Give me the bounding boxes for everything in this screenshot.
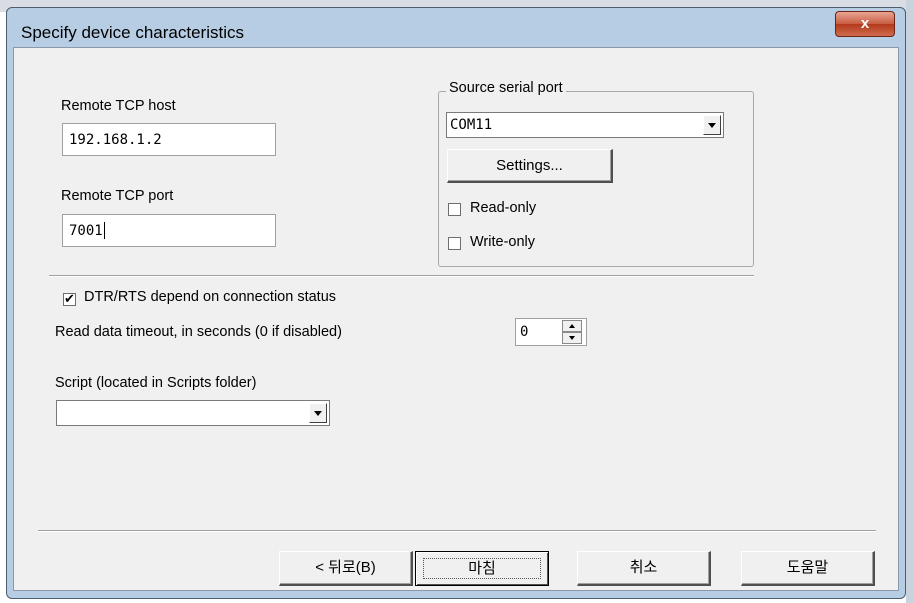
text-caret — [103, 222, 105, 239]
spin-down-button[interactable] — [562, 332, 582, 344]
readonly-checkbox[interactable] — [448, 203, 461, 216]
dialog-client-area: Remote TCP host 192.168.1.2 Remote TCP p… — [13, 47, 899, 591]
settings-button[interactable]: Settings... — [447, 149, 613, 183]
dropdown-arrow-button[interactable] — [309, 403, 327, 423]
help-button[interactable]: 도움말 — [741, 551, 875, 586]
window-title: Specify device characteristics — [21, 23, 244, 42]
writeonly-checkbox[interactable] — [448, 237, 461, 250]
arrow-down-icon — [569, 336, 575, 340]
dtr-rts-label: DTR/RTS depend on connection status — [84, 289, 337, 305]
chevron-down-icon — [708, 123, 716, 128]
finish-button[interactable]: 마침 — [415, 551, 549, 586]
section-separator-highlight — [49, 276, 754, 277]
remote-port-input[interactable]: 7001 — [62, 214, 276, 247]
help-button-label: 도움말 — [786, 559, 829, 576]
back-button[interactable]: < 뒤로(B) — [279, 551, 413, 586]
script-label: Script (located in Scripts folder) — [55, 375, 257, 391]
source-port-dropdown[interactable]: COM11 — [446, 112, 724, 138]
timeout-spinner[interactable]: 0 — [515, 318, 587, 346]
cancel-button[interactable]: 취소 — [577, 551, 711, 586]
settings-button-label: Settings... — [496, 157, 563, 174]
device-characteristics-dialog: Specify device characteristics x Remote … — [6, 7, 906, 599]
checkmark-icon: ✔ — [64, 291, 75, 306]
chevron-down-icon — [314, 411, 322, 416]
background-window-edge — [906, 0, 914, 603]
close-button[interactable]: x — [835, 11, 895, 37]
remote-host-label: Remote TCP host — [61, 98, 176, 114]
readonly-label: Read-only — [470, 200, 537, 216]
source-port-value: COM11 — [450, 117, 493, 133]
remote-port-value: 7001 — [69, 222, 103, 239]
cancel-button-label: 취소 — [629, 559, 658, 576]
remote-host-value: 192.168.1.2 — [69, 131, 162, 148]
remote-host-input[interactable]: 192.168.1.2 — [62, 123, 276, 156]
footer-separator-highlight — [38, 531, 876, 532]
back-button-label: < 뒤로(B) — [315, 559, 376, 576]
finish-button-label: 마침 — [468, 560, 496, 577]
timeout-value: 0 — [520, 324, 529, 340]
source-serial-port-group-label: Source serial port — [446, 80, 566, 96]
dtr-rts-checkbox[interactable]: ✔ — [63, 291, 76, 306]
dropdown-arrow-button[interactable] — [703, 115, 721, 135]
arrow-up-icon — [569, 324, 575, 328]
remote-port-label: Remote TCP port — [61, 188, 174, 204]
close-icon: x — [860, 15, 870, 32]
spin-up-button[interactable] — [562, 320, 582, 332]
script-dropdown[interactable] — [56, 400, 330, 426]
writeonly-label: Write-only — [470, 234, 535, 250]
timeout-label: Read data timeout, in seconds (0 if disa… — [55, 324, 342, 340]
